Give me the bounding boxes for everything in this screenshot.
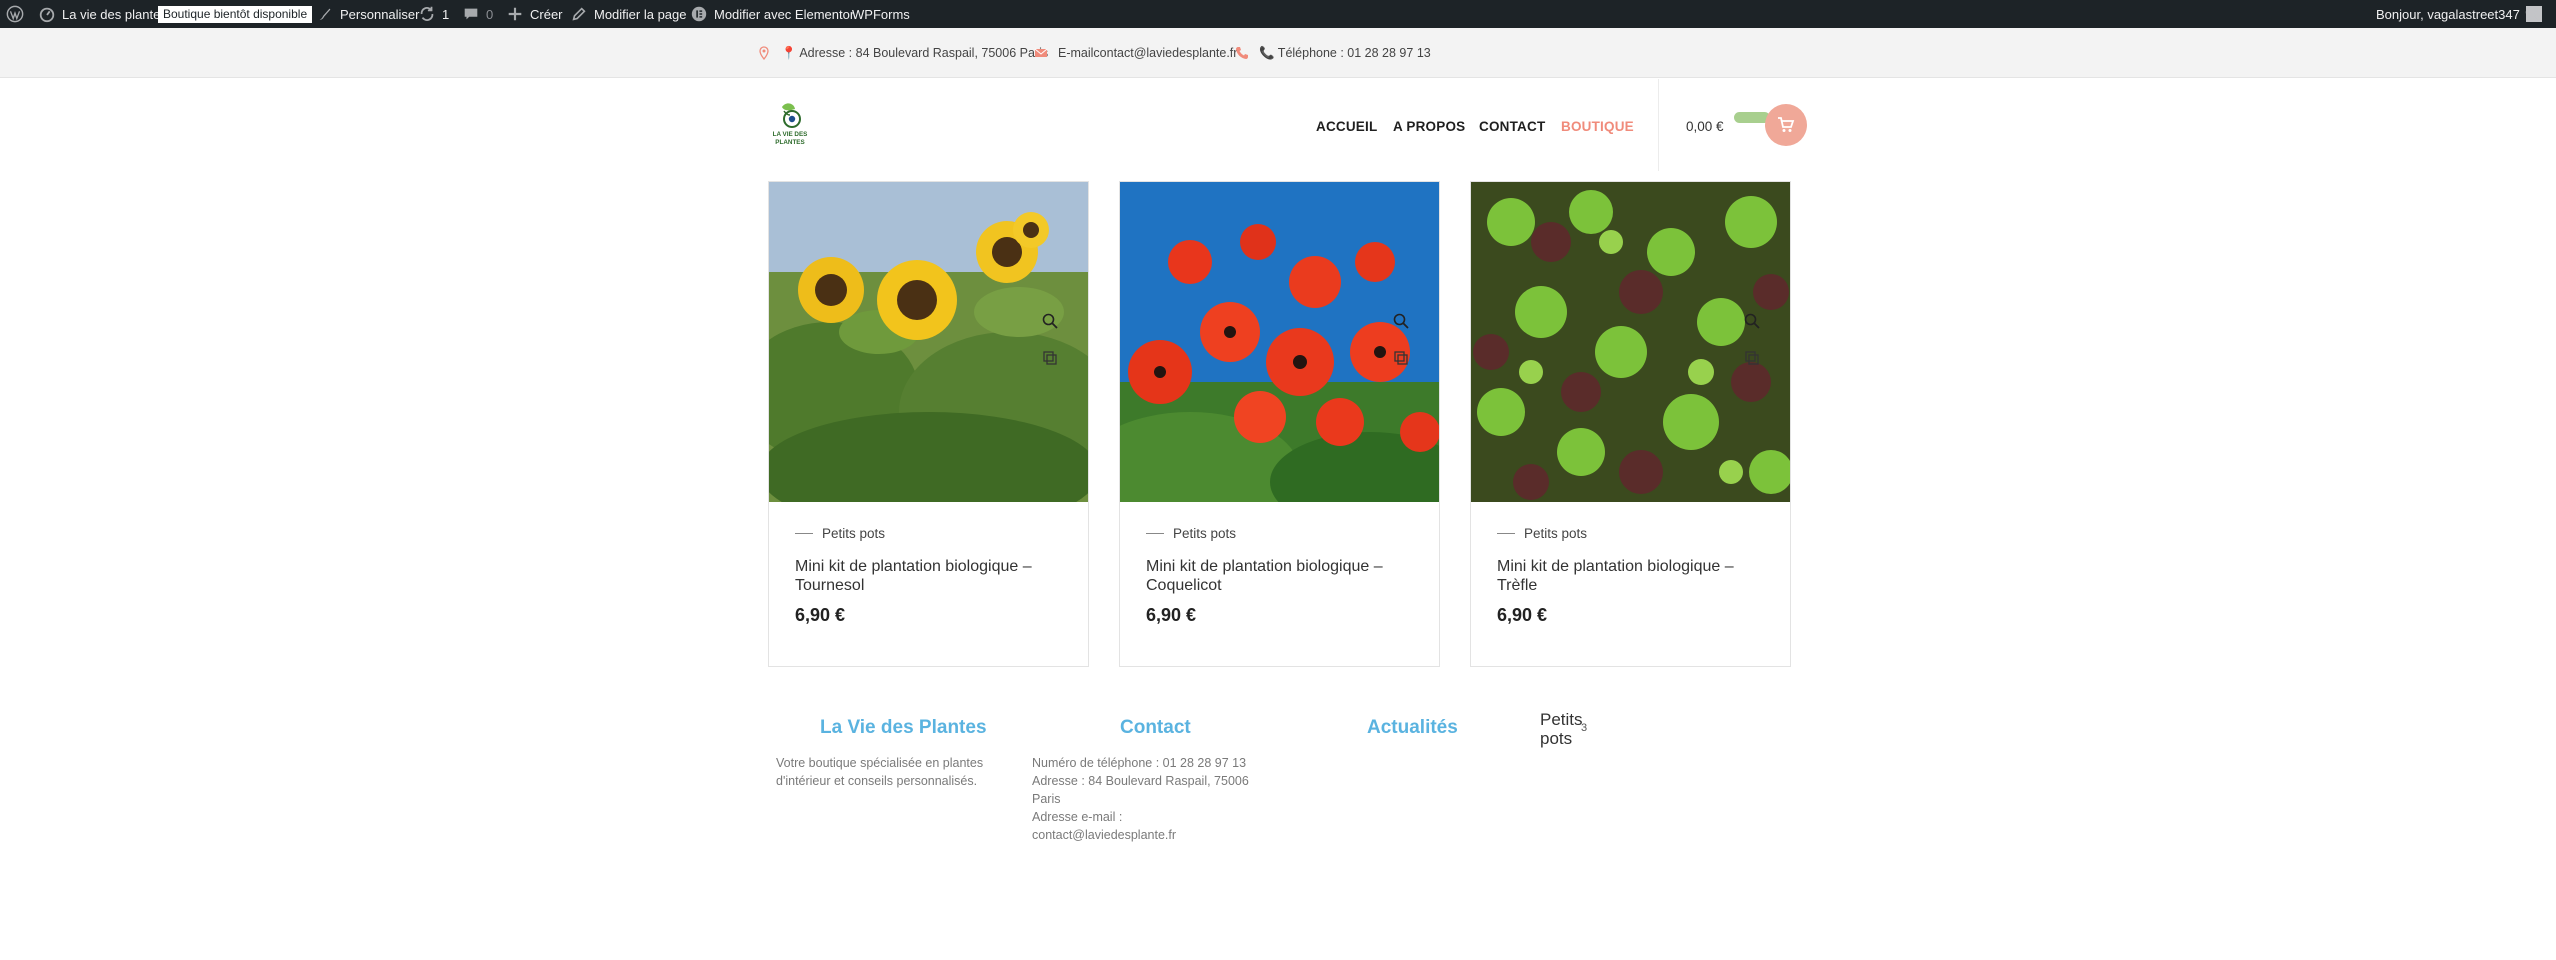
- customize-link[interactable]: Personnaliser: [316, 0, 420, 28]
- quick-view-icon[interactable]: [1743, 312, 1761, 330]
- updates-count: 1: [442, 6, 450, 22]
- top-info-bar: 📍 Adresse : 84 Boulevard Raspail, 75006 …: [0, 28, 2556, 78]
- pencil-icon: [570, 5, 588, 23]
- dashboard-icon: [38, 5, 56, 23]
- comments-count: 0: [486, 6, 494, 22]
- coming-soon-badge[interactable]: Boutique bientôt disponible: [158, 0, 313, 28]
- edit-page-link[interactable]: Modifier la page: [570, 0, 687, 28]
- leaf-logo-icon: LA VIE DES PLANTES: [773, 103, 808, 146]
- product-category[interactable]: Petits pots: [1497, 526, 1764, 541]
- logo-text-line1: LA VIE DES: [773, 131, 808, 138]
- wpforms-label: WPForms: [852, 6, 910, 22]
- elementor-icon: [690, 5, 708, 23]
- comment-icon: [462, 5, 480, 23]
- info-phone[interactable]: 📞 Téléphone : 01 28 28 97 13: [1235, 28, 1431, 78]
- nav-a-propos[interactable]: A PROPOS: [1393, 119, 1465, 134]
- cart-button[interactable]: [1765, 104, 1807, 146]
- customize-label: Personnaliser: [340, 6, 420, 22]
- cart-total[interactable]: 0,00 €: [1686, 119, 1724, 134]
- quick-view-icon[interactable]: [1392, 312, 1410, 330]
- footer-contact-phone: Numéro de téléphone : 01 28 28 97 13: [1032, 756, 1247, 770]
- phone-icon: [1235, 46, 1249, 60]
- quick-view-icon[interactable]: [1041, 312, 1059, 330]
- site-header: LA VIE DES PLANTES ACCUEIL A PROPOS CONT…: [0, 79, 2556, 171]
- create-label: Créer: [530, 6, 563, 22]
- compare-icon[interactable]: [1393, 350, 1409, 366]
- product-category[interactable]: Petits pots: [1146, 526, 1413, 541]
- footer-contact-email-label: Adresse e-mail :: [1032, 810, 1123, 824]
- category-label: Petits pots: [1173, 526, 1237, 541]
- footer-contact-title: Contact: [1120, 717, 1191, 738]
- wpforms-link[interactable]: WPForms: [852, 0, 910, 28]
- nav-boutique[interactable]: BOUTIQUE: [1561, 119, 1634, 134]
- updates-icon: [418, 5, 436, 23]
- admin-search-icon[interactable]: [2524, 0, 2542, 28]
- phone-text: 📞 Téléphone : 01 28 28 97 13: [1259, 45, 1431, 60]
- product-image-poppies[interactable]: [1120, 182, 1439, 502]
- compare-icon[interactable]: [1744, 350, 1760, 366]
- footer-category-count: 3: [1581, 722, 1588, 734]
- product-title[interactable]: Mini kit de plantation biologique – Trèf…: [1497, 557, 1764, 595]
- footer-about-text: Votre boutique spécialisée en plantes d'…: [776, 756, 984, 788]
- info-address: 📍 Adresse : 84 Boulevard Raspail, 75006 …: [757, 28, 1048, 78]
- category-dash: [1497, 533, 1515, 534]
- category-dash: [1146, 533, 1164, 534]
- address-text: 📍 Adresse : 84 Boulevard Raspail, 75006 …: [781, 45, 1049, 60]
- brush-icon: [316, 5, 334, 23]
- edit-elementor-link[interactable]: Modifier avec Elementor: [690, 0, 854, 28]
- site-name: La vie des plantes: [62, 6, 167, 22]
- product-card-tournesol[interactable]: Petits pots Mini kit de plantation biolo…: [768, 181, 1089, 667]
- product-card-coquelicot[interactable]: Petits pots Mini kit de plantation biolo…: [1119, 181, 1440, 667]
- envelope-icon: [1034, 46, 1048, 60]
- category-label: Petits pots: [1524, 526, 1588, 541]
- product-card-trefle[interactable]: Petits pots Mini kit de plantation biolo…: [1470, 181, 1791, 667]
- footer-contact-block: Numéro de téléphone : 01 28 28 97 13 Adr…: [1032, 754, 1262, 844]
- product-price: 6,90 €: [1146, 605, 1197, 625]
- compare-icon[interactable]: [1042, 350, 1058, 366]
- account-menu[interactable]: Bonjour, vagalastreet347: [2376, 0, 2542, 28]
- shopping-cart-icon: [1778, 117, 1795, 132]
- footer-news-title: Actualités: [1367, 717, 1458, 738]
- category-label: Petits pots: [822, 526, 886, 541]
- wordpress-logo-icon[interactable]: [6, 0, 24, 28]
- updates-link[interactable]: 1: [418, 0, 449, 28]
- nav-accueil[interactable]: ACCUEIL: [1316, 119, 1377, 134]
- product-title[interactable]: Mini kit de plantation biologique – Coqu…: [1146, 557, 1413, 595]
- logo-text-line2: PLANTES: [775, 139, 804, 146]
- product-image-sunflowers[interactable]: [769, 182, 1088, 502]
- footer-contact-email[interactable]: contact@laviedesplante.fr: [1032, 826, 1262, 844]
- site-logo[interactable]: LA VIE DES PLANTES: [768, 99, 812, 149]
- map-pin-icon: [757, 46, 771, 60]
- plus-icon: [506, 5, 524, 23]
- wp-admin-bar: La vie des plantes Boutique bientôt disp…: [0, 0, 2556, 28]
- product-price: 6,90 €: [795, 605, 846, 625]
- footer-contact-address: Adresse : 84 Boulevard Raspail, 75006 Pa…: [1032, 774, 1249, 806]
- footer-about-title: La Vie des Plantes: [820, 717, 987, 738]
- nav-contact[interactable]: CONTACT: [1479, 119, 1545, 134]
- create-new-link[interactable]: Créer: [506, 0, 563, 28]
- header-divider: [1658, 79, 1659, 171]
- email-text: E-mailcontact@laviedesplante.fr: [1058, 46, 1238, 60]
- coming-soon-label: Boutique bientôt disponible: [158, 5, 313, 23]
- product-image-clover[interactable]: [1471, 182, 1790, 502]
- greeting-label: Bonjour, vagalastreet347: [2376, 6, 2520, 22]
- info-email[interactable]: E-mailcontact@laviedesplante.fr: [1034, 28, 1237, 78]
- edit-elementor-label: Modifier avec Elementor: [714, 6, 855, 22]
- category-dash: [795, 533, 813, 534]
- product-title[interactable]: Mini kit de plantation biologique – Tour…: [795, 557, 1062, 595]
- comments-link[interactable]: 0: [462, 0, 493, 28]
- site-name-link[interactable]: La vie des plantes: [38, 0, 167, 28]
- product-price: 6,90 €: [1497, 605, 1548, 625]
- product-category[interactable]: Petits pots: [795, 526, 1062, 541]
- edit-page-label: Modifier la page: [594, 6, 687, 22]
- footer-category-petits-pots[interactable]: Petits pots: [1540, 710, 1584, 748]
